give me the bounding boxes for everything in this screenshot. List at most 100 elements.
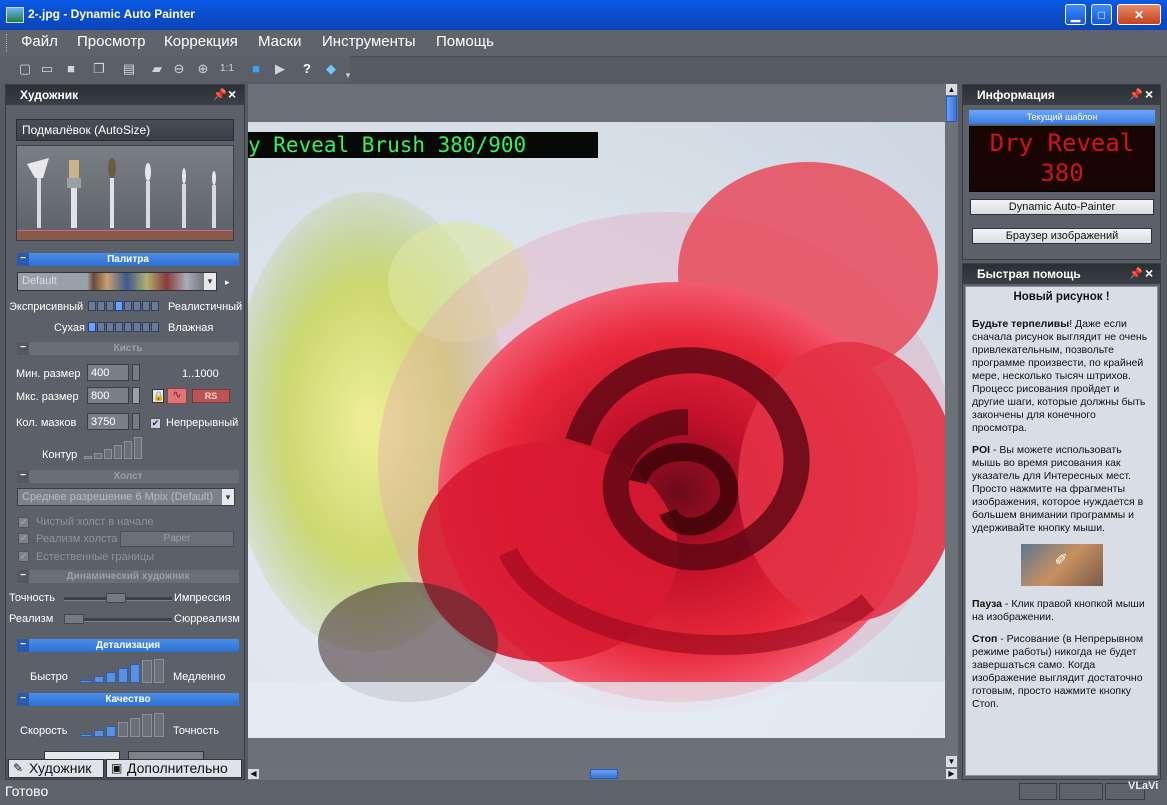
max-size-input[interactable]: 800 [87,387,129,404]
scroll-left-icon[interactable]: ◀ [248,769,259,779]
layers-icon[interactable]: ◆ [322,60,340,78]
palette-section[interactable]: − Палитра [17,253,239,266]
image-browser-button[interactable]: Браузер изображений [972,228,1152,244]
accuracy-slider-thumb[interactable] [106,593,126,603]
menu-help[interactable]: Помощь [436,33,494,50]
zoom-in-icon[interactable]: ⊕ [194,60,212,78]
help-panel-title: Быстрая помощь [977,267,1081,281]
brush-section[interactable]: − Кисть [17,342,239,355]
close-panel-icon[interactable]: × [1145,86,1153,102]
canvas-section[interactable]: − Холст [17,470,239,483]
play-icon[interactable]: ▶ [271,60,289,78]
close-button[interactable]: ✕ [1117,4,1161,25]
lock-icon[interactable]: 🔒 [152,389,164,403]
pin-icon[interactable]: 📌 [1129,88,1143,101]
slow-label: Медленно [173,671,226,683]
open-icon[interactable]: ▭ [38,60,56,78]
settings-tab-icon: ▣ [111,761,123,775]
max-size-spinner[interactable] [132,387,140,404]
contour-slider[interactable] [84,437,142,459]
mask-count-label: Кол. мазков [16,417,77,429]
detail-slider[interactable] [80,659,164,683]
palette-select[interactable]: Default ▾ [17,272,217,291]
wave-icon[interactable]: ∿ [167,388,187,404]
action-button-2[interactable] [128,751,204,759]
info-panel-header: Информация 📌 × [963,85,1160,105]
paper-select[interactable]: Paper [120,531,234,547]
scroll-right-icon[interactable]: ▶ [946,769,957,779]
title-bar[interactable]: 2-.jpg - Dynamic Auto Painter ▁ □ ✕ [0,0,1167,30]
scroll-up-icon[interactable]: ▲ [946,84,957,95]
toolbar-overflow-icon[interactable]: ▾ [343,66,353,84]
app-icon [6,7,24,23]
template-number: 380 [1040,159,1084,187]
vertical-scrollbar[interactable]: ▲ ▼ [945,84,958,768]
scroll-down-icon[interactable]: ▼ [946,756,957,767]
natural-borders-checkbox[interactable]: ✔ [18,551,29,562]
clean-canvas-checkbox[interactable]: ✔ [18,517,29,528]
canvas-resolution-select[interactable]: Среднее разрешение 6 Mpix (Default) ▾ [17,488,235,506]
help-icon[interactable]: ? [298,60,316,78]
new-icon[interactable]: ▢ [16,60,34,78]
brush-selector[interactable] [16,145,234,241]
tab-extra[interactable]: ▣ Дополнительно [106,759,242,778]
stop-icon[interactable]: ■ [247,60,265,78]
painter-panel: Художник 📌 × Подмалёвок (AutoSize) − Пали… [5,84,245,780]
menu-tools[interactable]: Инструменты [322,33,416,50]
menu-view[interactable]: Просмотр [77,33,146,50]
maximize-button[interactable]: □ [1091,4,1112,25]
style-name-label[interactable]: Подмалёвок (AutoSize) [16,119,234,141]
wet-label: Влажная [168,322,214,334]
help-paragraph-poi: POI - Вы можете использовать мышь во вре… [972,444,1144,534]
mask-count-input[interactable]: 3750 [87,413,129,430]
pin-icon[interactable]: 📌 [1129,267,1143,280]
expressive-slider[interactable] [88,301,160,313]
mask-count-spinner[interactable] [132,413,140,430]
dynamic-section[interactable]: − Динамический художник [17,570,239,583]
minimize-button[interactable]: ▁ [1065,4,1086,25]
close-panel-icon[interactable]: × [1145,265,1153,281]
tab-painter[interactable]: ✎ Художник [8,759,104,778]
status-box-1 [1019,783,1057,800]
canvas-realism-checkbox[interactable]: ✔ [18,533,29,544]
paste-icon[interactable]: ▤ [120,60,138,78]
min-size-spinner[interactable] [132,364,140,381]
save-icon[interactable]: ■ [62,60,80,78]
realism-slider-thumb[interactable] [64,614,84,624]
expressive-label: Эксприсивный [9,301,84,313]
cursor-icon: ✐ [1054,552,1068,569]
quality-section[interactable]: − Качество [17,693,239,706]
close-panel-icon[interactable]: × [228,86,236,102]
palette-next-icon[interactable]: ▸ [225,277,230,288]
painting-canvas[interactable] [248,122,945,738]
menu-masks[interactable]: Маски [258,33,301,50]
action-button-1[interactable] [44,751,120,759]
chevron-down-icon: ▾ [222,489,234,505]
wetness-slider[interactable] [88,322,160,334]
zoom-out-icon[interactable]: ⊖ [170,60,188,78]
menu-file[interactable]: Файл [21,33,58,50]
dry-label: Сухая [54,322,85,334]
menu-correction[interactable]: Коррекция [164,33,238,50]
folder-icon[interactable]: ▰ [148,60,166,78]
brush-tab-icon: ✎ [13,761,24,775]
continuous-checkbox[interactable]: ✔ [150,418,161,429]
size-range-label: 1..1000 [182,368,219,380]
continuous-label: Непрерывный [166,417,239,429]
max-size-label: Мкс. размер [16,391,79,403]
rs-button[interactable]: RS [192,389,230,403]
help-content: Новый рисунок ! Будьте терпеливы! Даже е… [965,286,1158,776]
detail-section[interactable]: − Детализация [17,639,239,652]
horizontal-scroll-thumb[interactable] [590,769,618,779]
min-size-input[interactable]: 400 [87,364,129,381]
status-bar: Готово VLaVi [0,780,1167,805]
copy-icon[interactable]: ❐ [90,60,108,78]
dynamic-auto-painter-button[interactable]: Dynamic Auto-Painter [970,199,1154,215]
pin-icon[interactable]: 📌 [213,88,227,101]
horizontal-scrollbar[interactable]: ◀ ▶ [248,768,958,780]
natural-borders-label: Естественные границы [36,551,155,563]
info-panel-title: Информация [977,88,1055,102]
quality-slider[interactable] [80,713,164,737]
vertical-scroll-thumb[interactable] [946,96,957,122]
zoom-1to1-button[interactable]: 1:1 [218,60,236,78]
